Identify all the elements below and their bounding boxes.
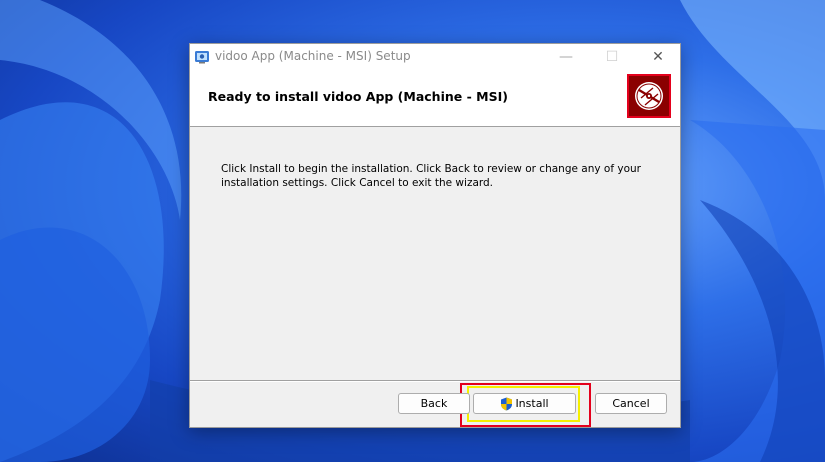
title-bar[interactable]: vidoo App (Machine - MSI) Setup — ☐ ✕ <box>190 44 680 70</box>
desktop-background: vidoo App (Machine - MSI) Setup — ☐ ✕ Re… <box>0 0 825 462</box>
install-button[interactable]: Install <box>473 393 576 414</box>
minimize-button[interactable]: — <box>543 44 589 70</box>
maximize-button[interactable]: ☐ <box>589 44 635 70</box>
instruction-text: Click Install to begin the installation.… <box>221 163 641 189</box>
install-button-label: Install <box>515 397 549 410</box>
minimize-icon: — <box>559 49 573 65</box>
back-button-label: Back <box>420 397 448 410</box>
install-disc-icon <box>635 82 663 110</box>
page-title: Ready to install vidoo App (Machine - MS… <box>208 89 508 104</box>
maximize-icon: ☐ <box>605 49 619 65</box>
setup-window: vidoo App (Machine - MSI) Setup — ☐ ✕ Re… <box>189 43 681 428</box>
back-button[interactable]: Back <box>398 393 470 414</box>
wizard-header: Ready to install vidoo App (Machine - MS… <box>190 70 680 127</box>
close-button[interactable]: ✕ <box>635 44 681 70</box>
uac-shield-icon <box>501 397 513 410</box>
cancel-button-label: Cancel <box>612 397 650 410</box>
banner-icon <box>627 74 671 118</box>
installer-app-icon <box>195 51 209 64</box>
cancel-button[interactable]: Cancel <box>595 393 667 414</box>
close-icon: ✕ <box>652 49 664 65</box>
window-title: vidoo App (Machine - MSI) Setup <box>215 49 411 63</box>
footer-divider <box>190 380 680 382</box>
